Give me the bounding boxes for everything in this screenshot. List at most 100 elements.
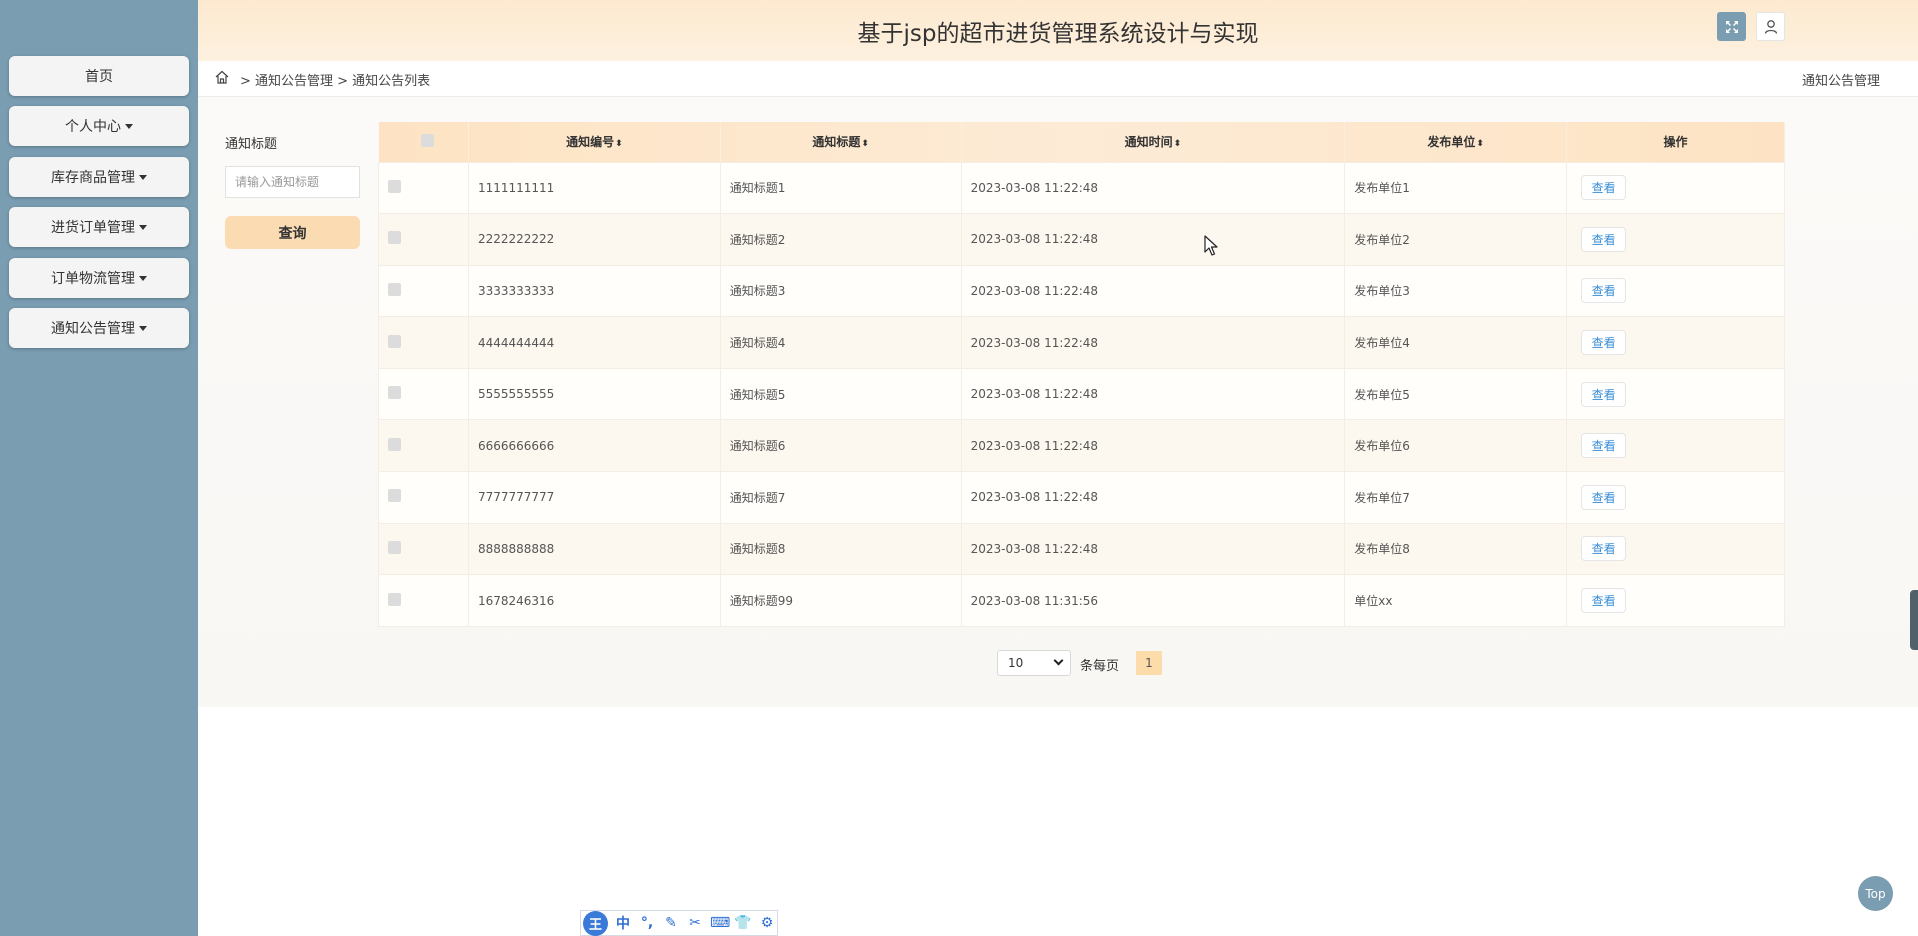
ime-chinese-icon[interactable]: 中 — [614, 913, 632, 933]
ime-skin-icon[interactable]: 👕 — [734, 915, 752, 931]
cell-id: 4444444444 — [467, 316, 721, 369]
view-button[interactable]: 查看 — [1581, 226, 1627, 252]
cell-unit: 发布单位8 — [1344, 522, 1568, 576]
search-input[interactable] — [225, 166, 360, 198]
cell-unit: 发布单位3 — [1344, 264, 1568, 318]
select-all-checkbox[interactable] — [421, 133, 435, 147]
back-to-top-button[interactable]: Top — [1858, 876, 1893, 911]
ime-keyboard-icon[interactable]: ⌨ — [710, 915, 730, 931]
row-checkbox[interactable] — [388, 231, 401, 245]
caret-down-icon — [139, 325, 147, 331]
cell-unit: 发布单位1 — [1344, 161, 1568, 215]
row-checkbox[interactable] — [388, 334, 401, 348]
breadcrumb-current: 通知公告管理 — [1801, 74, 1880, 89]
sidebar-item-notices[interactable]: 通知公告管理 — [9, 308, 189, 348]
column-header-unit[interactable]: 发布单位⬍ — [1344, 122, 1568, 162]
home-icon[interactable] — [214, 69, 230, 89]
sort-icon: ⬍ — [1476, 139, 1484, 150]
sort-icon: ⬍ — [1173, 139, 1182, 150]
mouse-cursor-icon — [1204, 235, 1218, 256]
row-checkbox[interactable] — [388, 489, 401, 503]
view-button[interactable]: 查看 — [1581, 484, 1627, 510]
page-number[interactable]: 1 — [1136, 651, 1162, 675]
row-checkbox[interactable] — [388, 437, 401, 451]
cell-time: 2023-03-08 11:22:48 — [960, 471, 1346, 524]
cell-id: 1678246316 — [467, 574, 721, 627]
cell-title: 通知标题7 — [719, 471, 962, 524]
cell-time: 2023-03-08 11:22:48 — [960, 213, 1346, 266]
sidebar-item-home[interactable]: 首页 — [9, 56, 189, 96]
cell-id: 2222222222 — [467, 213, 721, 266]
sidebar-item-logistics[interactable]: 订单物流管理 — [9, 258, 189, 298]
row-checkbox[interactable] — [388, 282, 401, 296]
sidebar-item-purchase-orders[interactable]: 进货订单管理 — [9, 207, 189, 247]
ime-punctuation-icon[interactable]: °, — [638, 915, 656, 931]
cell-unit: 发布单位2 — [1344, 213, 1568, 266]
search-button[interactable]: 查询 — [225, 216, 360, 249]
table-row: 2222222222 通知标题2 2023-03-08 11:22:48 发布单… — [378, 213, 1785, 266]
cell-title: 通知标题3 — [719, 264, 962, 318]
cell-id: 7777777777 — [467, 471, 721, 524]
user-icon — [1764, 19, 1777, 34]
user-button[interactable] — [1756, 12, 1785, 41]
caret-down-icon — [125, 123, 133, 129]
sidebar-item-inventory[interactable]: 库存商品管理 — [9, 157, 189, 197]
table-row: 1111111111 通知标题1 2023-03-08 11:22:48 发布单… — [378, 161, 1785, 215]
cell-title: 通知标题8 — [719, 522, 962, 576]
ime-settings-icon[interactable]: ⚙ — [758, 915, 776, 931]
cell-unit: 发布单位5 — [1344, 367, 1568, 421]
cell-title: 通知标题2 — [719, 213, 962, 266]
fullscreen-icon — [1725, 20, 1738, 33]
cell-id: 3333333333 — [467, 264, 721, 318]
cell-time: 2023-03-08 11:22:48 — [960, 264, 1346, 318]
cell-unit: 单位xx — [1344, 574, 1568, 627]
header: 基于jsp的超市进货管理系统设计与实现 — [198, 0, 1918, 61]
column-header-title[interactable]: 通知标题⬍ — [720, 122, 962, 162]
row-checkbox[interactable] — [388, 592, 401, 606]
cell-title: 通知标题6 — [719, 419, 962, 473]
column-header-action: 操作 — [1566, 122, 1785, 162]
breadcrumb: > 通知公告管理 > 通知公告列表 通知公告管理 — [198, 61, 1918, 97]
view-button[interactable]: 查看 — [1581, 175, 1627, 201]
cell-unit: 发布单位4 — [1344, 316, 1568, 369]
ime-logo-icon[interactable]: 王 — [583, 910, 608, 936]
cell-id: 6666666666 — [467, 419, 721, 473]
sidebar-item-profile[interactable]: 个人中心 — [9, 106, 189, 146]
sidebar-item-label: 进货订单管理 — [51, 220, 135, 236]
row-checkbox[interactable] — [388, 179, 401, 193]
notice-table: 通知编号⬍ 通知标题⬍ 通知时间⬍ 发布单位⬍ 操作 1111111111 通知… — [378, 122, 1785, 627]
cell-time: 2023-03-08 11:22:48 — [960, 161, 1346, 215]
row-checkbox[interactable] — [388, 386, 401, 400]
page-title: 基于jsp的超市进货管理系统设计与实现 — [857, 21, 1259, 47]
search-label: 通知标题 — [225, 137, 278, 152]
view-button[interactable]: 查看 — [1581, 536, 1627, 562]
table-row: 1678246316 通知标题99 2023-03-08 11:31:56 单位… — [378, 574, 1785, 627]
view-button[interactable]: 查看 — [1581, 278, 1627, 304]
page-size-select[interactable]: 10 — [997, 650, 1071, 676]
view-button[interactable]: 查看 — [1581, 588, 1627, 614]
sort-icon: ⬍ — [615, 139, 623, 150]
caret-down-icon — [139, 174, 147, 180]
page-size-value: 10 — [1008, 656, 1024, 670]
column-header-time[interactable]: 通知时间⬍ — [961, 122, 1346, 162]
view-button[interactable]: 查看 — [1581, 381, 1627, 407]
fullscreen-button[interactable] — [1717, 12, 1746, 41]
table-row: 3333333333 通知标题3 2023-03-08 11:22:48 发布单… — [378, 264, 1785, 318]
view-button[interactable]: 查看 — [1581, 433, 1627, 459]
row-checkbox[interactable] — [388, 540, 401, 554]
table-row: 7777777777 通知标题7 2023-03-08 11:22:48 发布单… — [378, 471, 1785, 524]
cell-id: 5555555555 — [467, 367, 721, 421]
column-header-id[interactable]: 通知编号⬍ — [468, 122, 721, 162]
breadcrumb-path: > 通知公告管理 > 通知公告列表 — [240, 74, 431, 89]
select-all-cell — [378, 122, 469, 162]
sort-icon: ⬍ — [861, 139, 869, 150]
view-button[interactable]: 查看 — [1581, 330, 1627, 356]
cell-time: 2023-03-08 11:22:48 — [960, 367, 1346, 421]
sidebar-item-label: 个人中心 — [65, 119, 121, 135]
cell-title: 通知标题5 — [719, 367, 962, 421]
caret-down-icon — [139, 224, 147, 230]
cell-time: 2023-03-08 11:22:48 — [960, 316, 1346, 369]
ime-handwrite-icon[interactable]: ✎ — [662, 915, 680, 931]
side-panel-handle[interactable] — [1910, 590, 1918, 650]
ime-scissors-icon[interactable]: ✂ — [686, 915, 704, 931]
